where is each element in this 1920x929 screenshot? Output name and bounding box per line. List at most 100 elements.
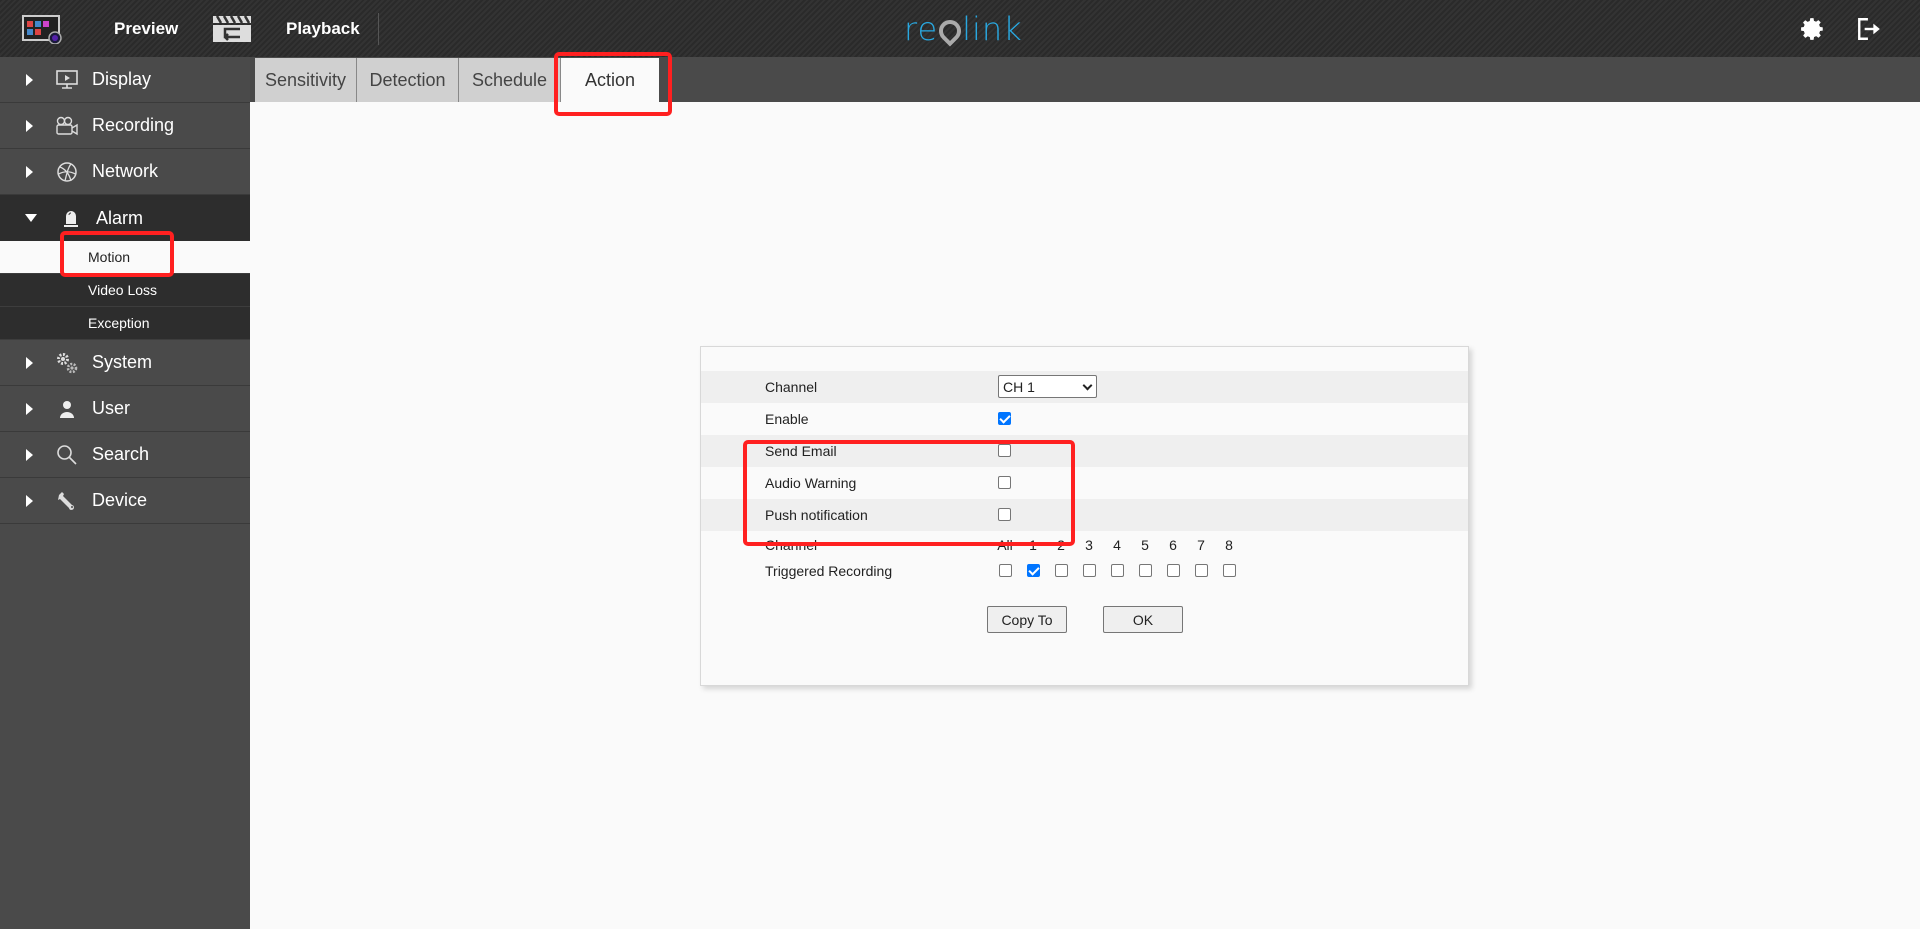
copy-to-button[interactable]: Copy To <box>987 606 1067 633</box>
logo-text-start: re <box>904 10 939 48</box>
logo-text-end: link <box>962 10 1023 48</box>
globe-icon <box>55 160 79 184</box>
tab-label: Schedule <box>471 69 548 90</box>
tab-schedule[interactable]: Schedule <box>459 58 561 102</box>
audio-warning-checkbox[interactable] <box>998 476 1011 489</box>
triggered-recording-row: Triggered Recording <box>701 559 1468 583</box>
triggered-checkbox-7[interactable] <box>1194 564 1208 577</box>
tab-sensitivity[interactable]: Sensitivity <box>255 58 357 102</box>
sidebar-item-system[interactable]: System <box>0 340 250 386</box>
tab-label: Sensitivity <box>264 69 347 90</box>
audio-warning-label: Audio Warning <box>765 475 857 491</box>
monitor-icon <box>55 68 79 92</box>
triggered-checkbox-6[interactable] <box>1166 564 1180 577</box>
wrench-icon <box>55 489 79 513</box>
send-email-row: Send Email <box>701 435 1468 467</box>
preview-nav-button[interactable]: Preview <box>22 0 178 57</box>
push-notification-row: Push notification <box>701 499 1468 531</box>
sidebar-label: Recording <box>92 115 175 135</box>
reolink-logo: re link <box>904 10 1023 48</box>
expand-arrow-icon <box>26 356 33 369</box>
enable-row: Enable <box>701 403 1468 435</box>
sidebar-item-display[interactable]: Display <box>0 57 250 103</box>
clapperboard-icon <box>213 14 251 42</box>
push-notification-label: Push notification <box>765 507 868 523</box>
sidebar-label: Search <box>92 444 150 464</box>
preview-label: Preview <box>114 18 179 38</box>
top-divider <box>378 13 379 45</box>
channel-select-value: CH 1 <box>1003 378 1035 395</box>
chevron-down-icon <box>1082 380 1093 391</box>
action-settings-panel: Channel CH 1 Enable Send Email Audio War… <box>700 346 1469 686</box>
playback-nav-button[interactable]: Playback <box>212 0 360 57</box>
search-icon <box>55 443 79 467</box>
channel-header-8: 8 <box>1225 537 1233 553</box>
sidebar-label: Display <box>92 69 152 89</box>
top-bar: Preview Playback re link <box>0 0 1920 57</box>
tab-action[interactable]: Action <box>561 58 659 102</box>
channel-header-2: 2 <box>1057 537 1065 553</box>
grid-channel-label: Channel <box>765 537 818 553</box>
playback-label: Playback <box>286 18 360 38</box>
expand-arrow-icon <box>26 494 33 507</box>
sidebar-item-alarm[interactable]: Alarm <box>0 195 250 241</box>
tab-label: Action <box>584 69 636 90</box>
gear-icon[interactable] <box>1800 16 1826 42</box>
subitem-label: Exception <box>88 315 150 331</box>
gears-icon <box>55 351 79 375</box>
ok-button[interactable]: OK <box>1103 606 1183 633</box>
sidebar-label: Network <box>92 161 159 181</box>
channel-select[interactable]: CH 1 <box>998 375 1097 398</box>
channel-header-5: 5 <box>1141 537 1149 553</box>
expand-arrow-icon <box>26 402 33 415</box>
alarm-siren-icon <box>59 206 83 230</box>
send-email-checkbox[interactable] <box>998 444 1011 457</box>
subitem-label: Video Loss <box>88 282 158 298</box>
sidebar-item-recording[interactable]: Recording <box>0 103 250 149</box>
tab-bar: Sensitivity Detection Schedule Action <box>250 57 1920 102</box>
tab-detection[interactable]: Detection <box>357 58 459 102</box>
channel-header-1: 1 <box>1029 537 1037 553</box>
sidebar-label: Alarm <box>96 207 144 228</box>
expand-arrow-icon <box>26 448 33 461</box>
sidebar-label: User <box>92 398 131 418</box>
tab-label: Detection <box>369 69 446 90</box>
triggered-checkbox-1[interactable] <box>1026 564 1040 577</box>
triggered-checkbox-all[interactable] <box>998 564 1012 577</box>
expand-arrow-icon <box>26 165 33 178</box>
sidebar-item-network[interactable]: Network <box>0 149 250 195</box>
sidebar: Display Recording Network Alarm Motion V… <box>0 57 250 929</box>
push-notification-checkbox[interactable] <box>998 508 1011 521</box>
channel-header-3: 3 <box>1085 537 1093 553</box>
triggered-checkbox-4[interactable] <box>1110 564 1124 577</box>
sidebar-item-user[interactable]: User <box>0 386 250 432</box>
sidebar-label: Device <box>92 490 148 510</box>
audio-warning-row: Audio Warning <box>701 467 1468 499</box>
triggered-recording-label: Triggered Recording <box>765 563 893 579</box>
sidebar-subitem-exception[interactable]: Exception <box>0 307 250 340</box>
expand-arrow-icon <box>26 119 33 132</box>
collapse-arrow-icon <box>25 214 37 222</box>
subitem-label: Motion <box>88 249 131 265</box>
enable-checkbox[interactable] <box>998 412 1011 425</box>
user-icon <box>55 397 79 421</box>
triggered-checkbox-8[interactable] <box>1222 564 1236 577</box>
expand-arrow-icon <box>26 73 33 86</box>
channel-header-row: Channel All 1 2 3 4 5 6 7 8 <box>701 533 1468 557</box>
sidebar-item-search[interactable]: Search <box>0 432 250 478</box>
triggered-checkbox-5[interactable] <box>1138 564 1152 577</box>
sidebar-subitem-video-loss[interactable]: Video Loss <box>0 274 250 307</box>
channel-header-all: All <box>997 537 1013 553</box>
preview-monitor-icon <box>22 14 62 44</box>
logout-icon[interactable] <box>1856 16 1882 42</box>
triggered-checkbox-2[interactable] <box>1054 564 1068 577</box>
channel-label: Channel <box>765 379 818 395</box>
sidebar-subitem-motion[interactable]: Motion <box>0 241 250 274</box>
video-camera-icon <box>55 114 79 138</box>
enable-label: Enable <box>765 411 809 427</box>
channel-header-4: 4 <box>1113 537 1121 553</box>
sidebar-item-device[interactable]: Device <box>0 478 250 524</box>
triggered-checkbox-3[interactable] <box>1082 564 1096 577</box>
channel-header-7: 7 <box>1197 537 1205 553</box>
send-email-label: Send Email <box>765 443 837 459</box>
